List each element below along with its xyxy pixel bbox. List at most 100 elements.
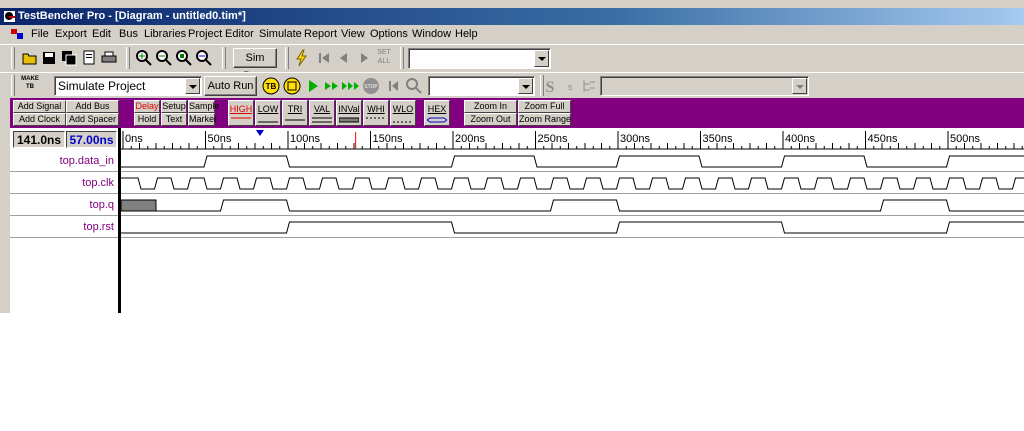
zoom-in-icon[interactable] (134, 48, 154, 68)
save-icon[interactable] (39, 48, 59, 68)
add-clock-button[interactable]: Add Clock (13, 113, 66, 126)
inval-label: INVal (338, 104, 360, 114)
toolbar-separator (222, 47, 226, 69)
text-button[interactable]: Text (161, 113, 187, 126)
stop-icon[interactable]: STOP (361, 76, 381, 96)
simulate-toolbar: MAKE TB Simulate Project Auto Run TB STO… (0, 72, 1024, 99)
search-combo[interactable] (428, 76, 535, 96)
toolbar-grip[interactable] (11, 75, 15, 96)
properties-icon[interactable] (79, 48, 99, 68)
signal-name-q[interactable]: top.q (10, 194, 118, 216)
menu-view[interactable]: View (341, 25, 365, 43)
high-button[interactable]: HIGH (228, 100, 254, 126)
menu-file[interactable]: File (31, 25, 49, 43)
save-all-icon[interactable] (59, 48, 79, 68)
chevron-down-icon[interactable] (518, 78, 533, 94)
zoom-out-button[interactable]: Zoom Out (464, 113, 517, 126)
menu-bar: File Export Edit Bus Libraries Project E… (0, 25, 1024, 43)
hold-button[interactable]: Hold (134, 113, 160, 126)
add-bus-button[interactable]: Add Bus (66, 100, 119, 113)
auto-run-button[interactable]: Auto Run (204, 76, 257, 96)
ruler-label: 300ns (620, 133, 650, 145)
menu-help[interactable]: Help (455, 25, 478, 43)
setup-button[interactable]: Setup (161, 100, 187, 113)
step-icon[interactable] (322, 76, 342, 96)
toolbar-combo[interactable] (408, 48, 551, 69)
waveform-view[interactable]: 0ns 50ns 100ns 150ns 200ns 250ns 300ns 350ns 400… (121, 128, 1024, 313)
menu-window[interactable]: Window (412, 25, 451, 43)
zoom-range-button[interactable]: Zoom Range (518, 113, 571, 126)
sample-button[interactable]: Sample (188, 100, 220, 113)
print-icon[interactable] (99, 48, 119, 68)
set-all-button[interactable]: SET ALL (373, 48, 395, 68)
small-s-icon[interactable]: s (560, 76, 580, 96)
signal-s-icon[interactable]: S (540, 76, 560, 96)
menu-editor[interactable]: Editor (225, 25, 254, 43)
menu-export[interactable]: Export (55, 25, 87, 43)
menu-report[interactable]: Report (304, 25, 337, 43)
add-signal-button[interactable]: Add Signal (13, 100, 66, 113)
menu-bus[interactable]: Bus (119, 25, 138, 43)
marker-button[interactable]: Marker (188, 113, 217, 126)
project-select-value: Simulate Project (58, 79, 146, 93)
zoom-out-icon[interactable] (154, 48, 174, 68)
hex-button[interactable]: HEX (424, 100, 450, 126)
sim-dgm-button[interactable]: Sim Dgm (233, 48, 277, 82)
hex-wave-icon (427, 117, 447, 123)
zoom-fit-icon[interactable] (174, 48, 194, 68)
tb-badge-icon[interactable]: TB (261, 76, 281, 96)
chevron-down-icon[interactable] (534, 50, 549, 67)
project-select[interactable]: Simulate Project (54, 76, 202, 96)
make-tb-button[interactable]: MAKE TB (18, 75, 42, 95)
signal-name-list: top.data_in top.clk top.q top.rst (10, 150, 118, 313)
menu-libraries[interactable]: Libraries (144, 25, 186, 43)
signal-waveform (156, 199, 1024, 212)
wlo-button[interactable]: WLO (390, 100, 416, 126)
run-icon[interactable] (303, 76, 323, 96)
app-icon (4, 11, 15, 22)
tb-config-icon[interactable] (282, 76, 302, 96)
cursor-time: 141.0ns (13, 131, 65, 148)
zoom-full-button[interactable]: Zoom Full (518, 100, 571, 113)
signal-name-clk[interactable]: top.clk (10, 172, 118, 194)
add-spacer-button[interactable]: Add Spacer (66, 113, 119, 126)
ruler-label: 450ns (868, 133, 898, 145)
search-icon[interactable] (404, 76, 424, 96)
open-icon[interactable] (20, 48, 40, 68)
tri-button[interactable]: TRI (282, 100, 308, 126)
low-button[interactable]: LOW (255, 100, 281, 126)
signal-waveform (121, 155, 1024, 168)
ruler-label: 150ns (373, 133, 403, 145)
stop-label: STOP (364, 84, 378, 90)
toolbar-grip[interactable] (11, 47, 15, 69)
delay-button[interactable]: Delay (134, 100, 160, 113)
run-all-icon[interactable] (341, 76, 361, 96)
val-button[interactable]: VAL (309, 100, 335, 126)
window-title: TestBencher Pro - [Diagram - untitled0.t… (18, 10, 246, 22)
signal-waveform (121, 177, 1024, 190)
signal-name-data-in[interactable]: top.data_in (10, 150, 118, 172)
disabled-combo[interactable] (600, 76, 809, 96)
high-label: HIGH (229, 104, 253, 114)
lightning-icon[interactable] (292, 48, 312, 68)
zoom-range-icon[interactable] (194, 48, 214, 68)
menu-options[interactable]: Options (370, 25, 408, 43)
whi-button[interactable]: WHI (363, 100, 389, 126)
document-menu-icon[interactable] (10, 27, 24, 41)
menu-simulate[interactable]: Simulate (259, 25, 302, 43)
zoom-in-button[interactable]: Zoom In (464, 100, 517, 113)
go-start-icon[interactable] (384, 76, 404, 96)
chevron-down-icon[interactable] (185, 78, 200, 94)
chevron-down-icon[interactable] (792, 78, 807, 94)
whi-label: WHI (367, 104, 385, 114)
signal-name-rst[interactable]: top.rst (10, 216, 118, 238)
next-icon[interactable] (354, 48, 374, 68)
first-icon[interactable] (314, 48, 334, 68)
menu-project[interactable]: Project (188, 25, 222, 43)
tri-label: TRI (287, 104, 303, 114)
menu-edit[interactable]: Edit (92, 25, 111, 43)
prev-icon[interactable] (334, 48, 354, 68)
inval-button[interactable]: INVal (336, 100, 362, 126)
hierarchy-icon[interactable] (580, 76, 600, 96)
svg-text:S: S (546, 79, 555, 96)
